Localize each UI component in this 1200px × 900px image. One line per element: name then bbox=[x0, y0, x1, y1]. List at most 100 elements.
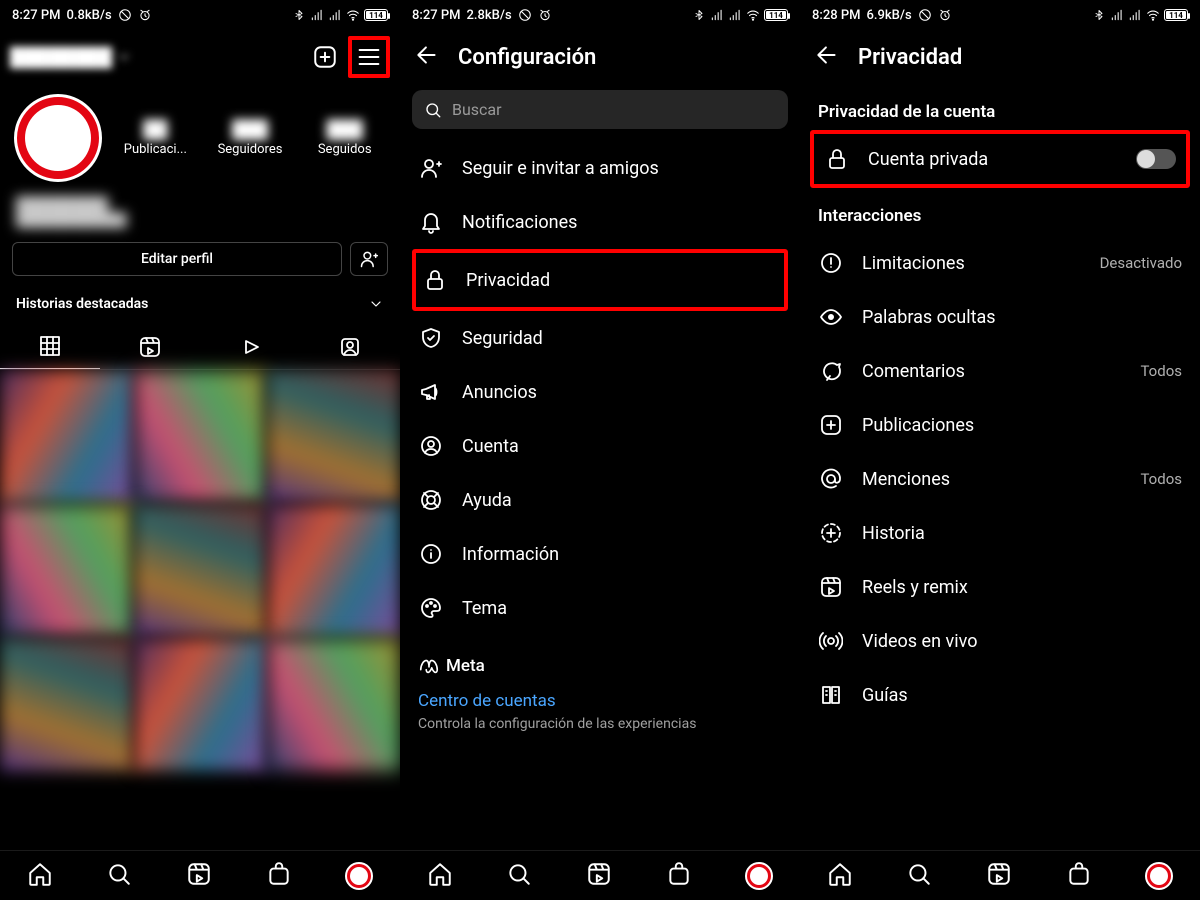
profile-avatar[interactable] bbox=[14, 94, 102, 182]
username-dropdown[interactable]: ████████ bbox=[10, 47, 132, 68]
wifi-icon bbox=[746, 8, 760, 22]
accounts-center-link[interactable]: Centro de cuentas bbox=[418, 677, 782, 715]
status-bar: 8:28 PM 6.9kB/s 114 bbox=[800, 0, 1200, 30]
tab-tagged[interactable] bbox=[300, 324, 400, 369]
tab-video[interactable] bbox=[200, 324, 300, 369]
settings-item-help[interactable]: Ayuda bbox=[400, 473, 800, 527]
tab-grid[interactable] bbox=[0, 324, 100, 369]
status-time: 8:28 PM bbox=[812, 8, 861, 23]
settings-list: Seguir e invitar a amigos Notificaciones… bbox=[400, 139, 800, 850]
alarm-icon bbox=[138, 8, 152, 22]
private-account-toggle[interactable] bbox=[1136, 149, 1176, 169]
status-net: 2.8kB/s bbox=[467, 8, 512, 23]
search-input[interactable]: Buscar bbox=[412, 90, 788, 129]
nav-search[interactable] bbox=[906, 861, 932, 891]
alarm-icon bbox=[938, 8, 952, 22]
create-post-button[interactable] bbox=[310, 42, 340, 72]
megaphone-icon bbox=[418, 379, 444, 405]
nav-home[interactable] bbox=[27, 861, 53, 891]
nav-home[interactable] bbox=[427, 861, 453, 891]
nav-reels[interactable] bbox=[186, 861, 212, 891]
bottom-nav bbox=[400, 850, 800, 900]
nav-search[interactable] bbox=[106, 861, 132, 891]
shield-icon bbox=[418, 325, 444, 351]
plus-square-icon bbox=[818, 412, 844, 438]
nav-home[interactable] bbox=[827, 861, 853, 891]
phone-settings: 8:27 PM 2.8kB/s 114 Configuración Buscar… bbox=[400, 0, 800, 900]
privacy-item-hidden-words[interactable]: Palabras ocultas bbox=[800, 290, 1200, 344]
privacy-item-reels[interactable]: Reels y remix bbox=[800, 560, 1200, 614]
profile-tabs bbox=[0, 324, 400, 370]
nav-profile[interactable] bbox=[345, 862, 373, 890]
back-button[interactable] bbox=[414, 42, 440, 72]
alarm-icon bbox=[538, 8, 552, 22]
nav-shop[interactable] bbox=[666, 861, 692, 891]
edit-profile-button[interactable]: Editar perfil bbox=[12, 242, 342, 276]
settings-item-privacy[interactable]: Privacidad bbox=[416, 253, 784, 307]
nav-reels[interactable] bbox=[986, 861, 1012, 891]
section-account-privacy: Privacidad de la cuenta bbox=[800, 84, 1200, 130]
tab-reels[interactable] bbox=[100, 324, 200, 369]
privacy-item-comments[interactable]: Comentarios Todos bbox=[800, 344, 1200, 398]
section-interactions: Interacciones bbox=[800, 188, 1200, 234]
hamburger-menu-button[interactable] bbox=[354, 42, 384, 72]
stat-followers[interactable]: ███ Seguidores bbox=[209, 120, 292, 157]
highlight-privacy: Privacidad bbox=[412, 249, 788, 311]
profile-feed[interactable] bbox=[0, 370, 400, 850]
settings-item-info[interactable]: Información bbox=[400, 527, 800, 581]
settings-item-follow[interactable]: Seguir e invitar a amigos bbox=[400, 141, 800, 195]
info-icon bbox=[418, 541, 444, 567]
privacy-list: Limitaciones Desactivado Palabras oculta… bbox=[800, 234, 1200, 850]
phone-profile: 8:27 PM 0.8kB/s 114 ████████ bbox=[0, 0, 400, 900]
bottom-nav bbox=[0, 850, 400, 900]
eye-hidden-icon bbox=[818, 304, 844, 330]
privacy-item-private-account[interactable]: Cuenta privada bbox=[814, 134, 1186, 184]
nav-profile[interactable] bbox=[1145, 862, 1173, 890]
lifebuoy-icon bbox=[418, 487, 444, 513]
settings-item-notifications[interactable]: Notificaciones bbox=[400, 195, 800, 249]
profile-stats-row: ██ Publicaci... ███ Seguidores ███ Segui… bbox=[0, 84, 400, 192]
privacy-header: Privacidad bbox=[800, 30, 1200, 84]
stat-following[interactable]: ███ Seguidos bbox=[303, 120, 386, 157]
bell-icon bbox=[418, 209, 444, 235]
live-icon bbox=[818, 628, 844, 654]
settings-item-account[interactable]: Cuenta bbox=[400, 419, 800, 473]
signal-icon-2 bbox=[1128, 8, 1142, 22]
highlight-hamburger bbox=[348, 36, 390, 78]
discover-people-button[interactable] bbox=[350, 242, 388, 276]
nav-shop[interactable] bbox=[266, 861, 292, 891]
nav-search[interactable] bbox=[506, 861, 532, 891]
bluetooth-icon bbox=[1092, 8, 1106, 22]
search-icon bbox=[424, 101, 442, 119]
add-person-icon bbox=[418, 155, 444, 181]
privacy-item-live[interactable]: Videos en vivo bbox=[800, 614, 1200, 668]
back-button[interactable] bbox=[814, 42, 840, 72]
wifi-icon bbox=[1146, 8, 1160, 22]
status-net: 6.9kB/s bbox=[867, 8, 912, 23]
settings-item-ads[interactable]: Anuncios bbox=[400, 365, 800, 419]
signal-icon-2 bbox=[728, 8, 742, 22]
nav-shop[interactable] bbox=[1066, 861, 1092, 891]
settings-item-security[interactable]: Seguridad bbox=[400, 311, 800, 365]
highlight-private-account: Cuenta privada bbox=[810, 130, 1190, 188]
privacy-item-story[interactable]: Historia bbox=[800, 506, 1200, 560]
profile-bio: ██████████████████████ bbox=[0, 192, 400, 236]
stat-posts[interactable]: ██ Publicaci... bbox=[114, 120, 197, 157]
privacy-item-mentions[interactable]: Menciones Todos bbox=[800, 452, 1200, 506]
wifi-icon bbox=[346, 8, 360, 22]
nav-profile[interactable] bbox=[745, 862, 773, 890]
do-not-disturb-icon bbox=[918, 8, 932, 22]
privacy-item-posts[interactable]: Publicaciones bbox=[800, 398, 1200, 452]
bluetooth-icon bbox=[292, 8, 306, 22]
status-time: 8:27 PM bbox=[412, 8, 461, 23]
settings-item-theme[interactable]: Tema bbox=[400, 581, 800, 635]
status-bar: 8:27 PM 0.8kB/s 114 bbox=[0, 0, 400, 30]
highlights-header[interactable]: Historias destacadas bbox=[0, 282, 400, 324]
nav-reels[interactable] bbox=[586, 861, 612, 891]
limits-icon bbox=[818, 250, 844, 276]
privacy-item-limits[interactable]: Limitaciones Desactivado bbox=[800, 236, 1200, 290]
bottom-nav bbox=[800, 850, 1200, 900]
privacy-item-guides[interactable]: Guías bbox=[800, 668, 1200, 722]
signal-icon bbox=[310, 8, 324, 22]
comment-icon bbox=[818, 358, 844, 384]
